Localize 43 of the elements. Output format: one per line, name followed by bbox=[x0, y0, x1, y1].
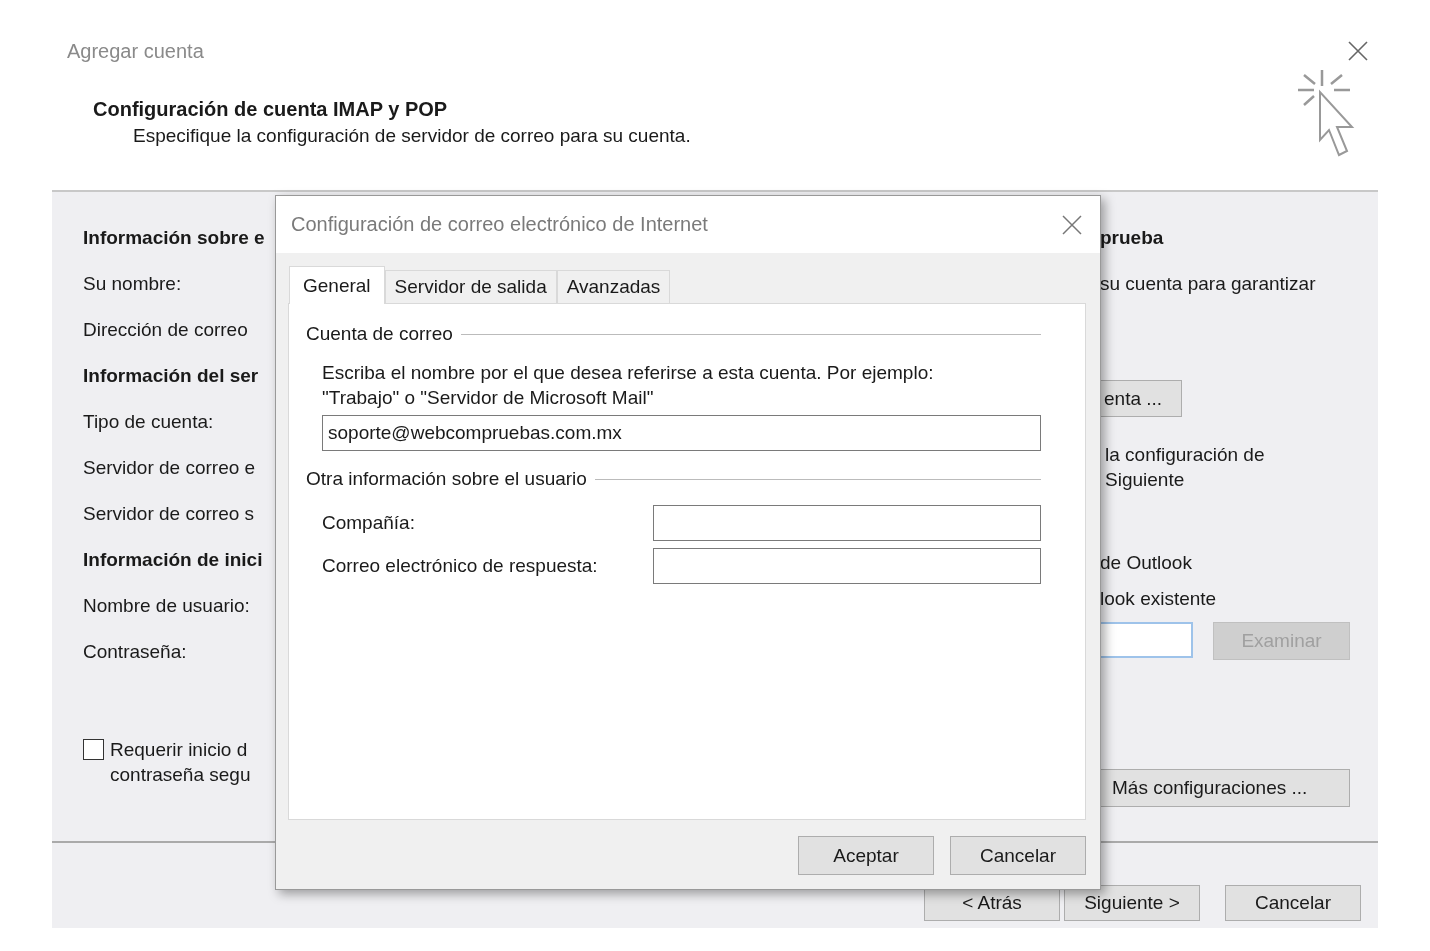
dialog-title: Configuración de correo electrónico de Internet bbox=[291, 213, 708, 236]
field-label: Su nombre: bbox=[83, 272, 182, 296]
description-text: su cuenta para garantizar bbox=[1100, 272, 1316, 296]
tab[interactable]: Servidor de salida bbox=[384, 270, 557, 303]
field-label: Contraseña: bbox=[83, 640, 187, 664]
field-label: Compañía: bbox=[322, 512, 415, 534]
field-label: Dirección de correo bbox=[83, 318, 248, 342]
field-label: Servidor de correo e bbox=[83, 456, 256, 480]
footer-button[interactable]: Siguiente > bbox=[1064, 885, 1200, 921]
test-account-button[interactable]: enta ... bbox=[1100, 380, 1182, 417]
section-subtitle: Especifique la configuración de servidor de correo para su cuenta. bbox=[132, 125, 691, 147]
close-icon[interactable] bbox=[1062, 214, 1082, 235]
section-heading: Información sobre e bbox=[83, 226, 265, 250]
section-title: Configuración de cuenta IMAP y POP bbox=[93, 98, 449, 121]
checkbox[interactable] bbox=[83, 739, 104, 760]
option-text: look existente bbox=[1100, 587, 1217, 611]
field-label: Servidor de correo s bbox=[83, 502, 255, 526]
close-icon[interactable] bbox=[1348, 41, 1368, 61]
option-text: de Outlook bbox=[1100, 551, 1193, 575]
field-label: Correo electrónico de respuesta: bbox=[322, 555, 598, 577]
note-text: la configuración de bbox=[1105, 443, 1265, 467]
footer-button[interactable]: Cancelar bbox=[1225, 885, 1361, 921]
group-legend: Cuenta de correo bbox=[306, 320, 453, 348]
instruction-text: Escriba el nombre por el que desea referirse a esta cuenta. Por ejemplo: "Trabajo" o "Servidor de Microsoft Mail" bbox=[322, 361, 935, 410]
section-heading: prueba bbox=[1100, 226, 1164, 250]
dialog-button[interactable]: Aceptar bbox=[798, 836, 934, 875]
field-label: Nombre de usuario: bbox=[83, 594, 250, 618]
note-text: Siguiente bbox=[1105, 468, 1186, 492]
window-title: Agregar cuenta bbox=[67, 39, 204, 63]
group-legend: Otra información sobre el usuario bbox=[306, 465, 587, 493]
input-field[interactable] bbox=[653, 548, 1041, 584]
section-heading: Información del ser bbox=[83, 364, 259, 388]
account-name-field[interactable]: soporte@webcompruebas.com.mx bbox=[322, 415, 1041, 451]
tab[interactable]: General bbox=[289, 266, 385, 304]
dialog-button[interactable]: Cancelar bbox=[950, 836, 1086, 875]
field-label: Tipo de cuenta: bbox=[83, 410, 214, 434]
checkbox-label: Requerir inicio d bbox=[110, 738, 249, 762]
more-settings-button[interactable]: Más configuraciones ... bbox=[1100, 769, 1350, 807]
file-path-field[interactable] bbox=[1100, 622, 1193, 658]
input-field[interactable] bbox=[653, 505, 1041, 541]
section-heading: Información de inici bbox=[83, 548, 263, 572]
tab[interactable]: Avanzadas bbox=[556, 270, 671, 303]
checkbox-label: contraseña segu bbox=[110, 763, 251, 787]
